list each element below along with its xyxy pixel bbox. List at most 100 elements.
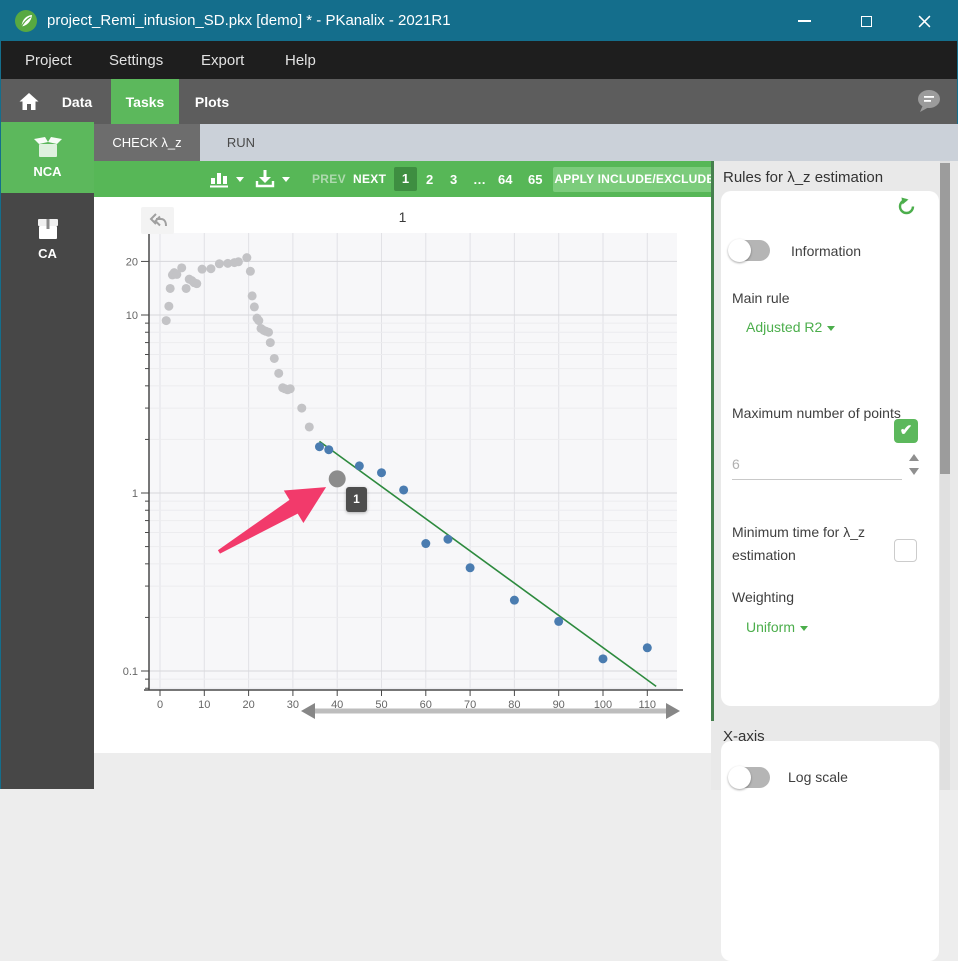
task-sidebar: NCA CA — [1, 124, 94, 789]
subtab-strip: CHECK λ_z RUN — [94, 124, 958, 161]
point-tooltip: 1 — [346, 487, 367, 512]
page-number-65[interactable]: 65 — [528, 172, 542, 187]
excluded-points[interactable] — [246, 267, 255, 276]
app-window: project_Remi_infusion_SD.pkx [demo] * - … — [0, 0, 958, 789]
plot-area[interactable] — [149, 233, 677, 690]
excluded-points[interactable] — [266, 338, 275, 347]
excluded-points[interactable] — [242, 253, 251, 262]
excluded-points[interactable] — [162, 316, 171, 325]
closed-box-icon — [35, 216, 61, 242]
minimize-icon — [798, 20, 811, 22]
export-download-icon[interactable] — [254, 168, 276, 190]
minimize-button[interactable] — [781, 1, 827, 41]
page-number-3[interactable]: 3 — [450, 172, 457, 187]
excluded-points[interactable] — [234, 257, 243, 266]
bar-chart-icon[interactable] — [209, 169, 231, 189]
selected-excluded-point[interactable] — [329, 470, 346, 487]
tab-tasks[interactable]: Tasks — [111, 79, 179, 124]
weighting-select[interactable]: Uniform — [746, 619, 808, 635]
excluded-points[interactable] — [248, 291, 257, 300]
included-points[interactable] — [599, 654, 608, 663]
excluded-points[interactable] — [164, 302, 173, 311]
reset-icon[interactable] — [897, 197, 916, 216]
lambda-z-plot[interactable]: 201010.10102030405060708090100110 — [94, 197, 711, 753]
spinner-up-icon[interactable] — [909, 454, 919, 461]
slider-left-arrow-icon[interactable] — [301, 703, 315, 719]
page-number-1[interactable]: 1 — [394, 167, 417, 191]
information-toggle[interactable] — [729, 240, 770, 261]
excluded-points[interactable] — [166, 284, 175, 293]
feedback-bubble-icon[interactable] — [915, 88, 943, 114]
excluded-points[interactable] — [215, 259, 224, 268]
toggle-knob — [728, 766, 751, 789]
excluded-points[interactable] — [297, 404, 306, 413]
max-points-input[interactable]: 6 — [732, 456, 740, 472]
spinner-down-icon[interactable] — [909, 468, 919, 475]
excluded-points[interactable] — [182, 284, 191, 293]
excluded-points[interactable] — [177, 263, 186, 272]
included-points[interactable] — [377, 468, 386, 477]
menu-help[interactable]: Help — [285, 52, 316, 69]
included-points[interactable] — [399, 485, 408, 494]
sidebar-item-ca[interactable]: CA — [1, 204, 94, 268]
included-points[interactable] — [315, 442, 324, 451]
excluded-points[interactable] — [206, 264, 215, 273]
tab-data[interactable]: Data — [45, 79, 109, 124]
home-icon[interactable] — [17, 90, 41, 114]
panel-divider[interactable] — [711, 161, 714, 721]
excluded-points[interactable] — [286, 384, 295, 393]
menu-project[interactable]: Project — [25, 52, 72, 69]
included-points[interactable] — [466, 563, 475, 572]
lambda-z-plot-card: 201010.10102030405060708090100110 1 1 — [94, 197, 711, 753]
menu-export[interactable]: Export — [201, 52, 244, 69]
excluded-points[interactable] — [192, 279, 201, 288]
min-time-checkbox[interactable] — [894, 539, 917, 562]
content-background — [94, 753, 711, 789]
included-points[interactable] — [324, 445, 333, 454]
panel-scrollbar[interactable] — [940, 161, 950, 790]
chart-type-caret-icon[interactable] — [236, 177, 244, 182]
chevron-down-icon — [800, 626, 808, 631]
scrollbar-thumb[interactable] — [940, 163, 950, 474]
log-scale-label: Log scale — [788, 769, 848, 785]
tab-plots[interactable]: Plots — [181, 79, 243, 124]
excluded-points[interactable] — [270, 354, 279, 363]
weighting-label: Weighting — [732, 589, 794, 605]
close-button[interactable] — [901, 1, 947, 41]
excluded-points[interactable] — [250, 302, 259, 311]
maximize-button[interactable] — [843, 1, 889, 41]
excluded-points[interactable] — [274, 369, 283, 378]
y-tick-label: 20 — [126, 256, 138, 268]
included-points[interactable] — [554, 617, 563, 626]
main-rule-select[interactable]: Adjusted R2 — [746, 319, 835, 335]
included-points[interactable] — [510, 596, 519, 605]
excluded-points[interactable] — [254, 316, 263, 325]
log-scale-toggle[interactable] — [729, 767, 770, 788]
next-page-button[interactable]: NEXT — [353, 172, 386, 186]
y-tick-label: 0.1 — [123, 666, 138, 678]
export-caret-icon[interactable] — [282, 177, 290, 182]
excluded-points[interactable] — [305, 422, 314, 431]
subtab-run[interactable]: RUN — [200, 124, 282, 161]
slider-right-arrow-icon[interactable] — [666, 703, 680, 719]
apply-include-exclude-button[interactable]: APPLY INCLUDE/EXCLUDE — [553, 167, 716, 192]
excluded-points[interactable] — [198, 265, 207, 274]
menu-settings[interactable]: Settings — [109, 52, 163, 69]
subtab-check-lambda-z[interactable]: CHECK λ_z — [94, 124, 200, 161]
included-points[interactable] — [643, 643, 652, 652]
min-time-label: Minimum time for λ_z estimation — [732, 521, 894, 567]
prev-page-button[interactable]: PREV — [312, 172, 346, 186]
page-number-2[interactable]: 2 — [426, 172, 433, 187]
window-title: project_Remi_infusion_SD.pkx [demo] * - … — [47, 12, 451, 29]
undo-zoom-button[interactable] — [141, 207, 174, 234]
page-number-64[interactable]: 64 — [498, 172, 512, 187]
included-points[interactable] — [421, 539, 430, 548]
max-points-checkbox[interactable]: ✔ — [894, 419, 918, 443]
information-label: Information — [791, 243, 861, 259]
subject-id-title: 1 — [94, 209, 711, 225]
included-points[interactable] — [355, 461, 364, 470]
excluded-points[interactable] — [264, 328, 273, 337]
included-points[interactable] — [443, 535, 452, 544]
pkanalix-logo-icon — [14, 9, 38, 33]
sidebar-item-nca[interactable]: NCA — [1, 122, 94, 193]
